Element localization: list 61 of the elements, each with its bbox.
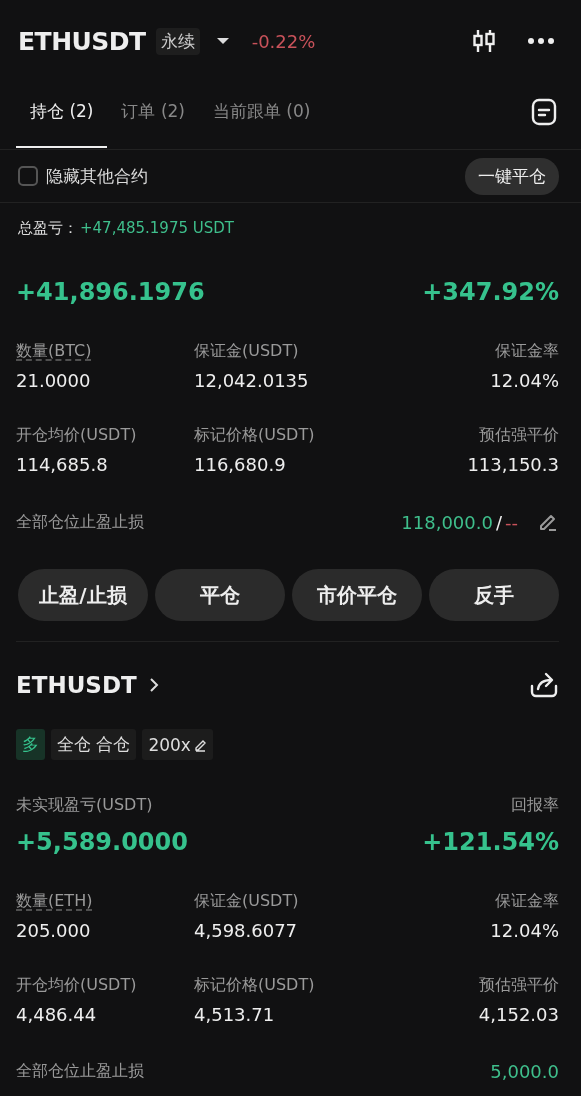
action-button[interactable]: 止盈/止损 [18,569,148,621]
action-button[interactable]: 平仓 [155,569,285,621]
symbol-title: ETHUSDT [18,26,146,56]
field-value: 4,513.71 [194,1004,275,1025]
field-value: 4,152.03 [478,1004,559,1025]
checkbox[interactable] [18,166,38,186]
roe-label: 回报率 [511,795,559,816]
pnl-value: +5,589.0000 [16,828,188,856]
share-icon[interactable] [529,671,559,699]
stop-loss-value: -- [505,511,518,533]
separator-slash: / [495,511,502,533]
long-tag: 多 [16,729,45,760]
position-symbol[interactable]: ETHUSDT [16,672,137,698]
action-button[interactable]: 市价平仓 [292,569,422,621]
field-label: 标记价格(USDT) [194,425,315,446]
tpsl-label: 全部仓位止盈止损 [16,1061,144,1082]
field-label: 开仓均价(USDT) [16,975,137,996]
contract-type-tag: 永续 [155,27,200,55]
close-all-button[interactable]: 一键平仓 [465,157,559,195]
field-value: 4,486.44 [16,1004,97,1025]
roe-value: +121.54% [422,828,559,856]
candlestick-chart-icon[interactable] [471,28,497,54]
document-icon[interactable] [531,98,557,126]
field-value: 12.04% [490,370,559,391]
more-icon[interactable] [527,37,555,45]
pnl-label: 未实现盈亏(USDT) [16,795,153,816]
field-value: 113,150.3 [467,454,559,475]
price-change: -0.22% [251,30,316,52]
checkbox-label: 隐藏其他合约 [46,164,148,188]
total-pnl-value: +47,485.1975 USDT [80,219,234,238]
chevron-right-icon[interactable] [148,677,159,693]
field-value: 4,598.6077 [194,920,298,941]
field-label: 开仓均价(USDT) [16,425,137,446]
leverage-button[interactable]: 200x [142,729,213,760]
roe-value: +347.92% [422,278,559,306]
field-value: 12.04% [490,920,559,941]
field-label: 预估强平价 [479,425,559,446]
field-label: 保证金(USDT) [194,341,299,362]
field-label: 保证金率 [495,341,559,362]
margin-mode-tag: 全仓 合仓 [51,729,137,760]
field-value: 21.0000 [16,370,91,391]
take-profit-value: 118,000.0 [401,511,493,533]
dropdown-caret-icon[interactable] [215,37,230,45]
field-value: 205.000 [16,920,91,941]
field-label: 保证金(USDT) [194,891,299,912]
field-label: 数量(ETH) [16,891,93,912]
take-profit-value: 5,000.0 [490,1061,559,1082]
tpsl-label: 全部仓位止盈止损 [16,511,144,533]
field-label: 标记价格(USDT) [194,975,315,996]
field-value: 114,685.8 [16,454,108,475]
tab[interactable]: 当前跟单 (0) [198,86,325,148]
action-button[interactable]: 反手 [429,569,559,621]
tab[interactable]: 订单 (2) [107,86,199,148]
pnl-value: +41,896.1976 [16,278,205,306]
tab[interactable]: 持仓 (2) [16,86,108,148]
field-value: 116,680.9 [194,454,286,475]
total-pnl-label: 总盈亏： [18,219,78,238]
field-label: 数量(BTC) [16,341,92,362]
field-value: 12,042.0135 [194,370,309,391]
field-label: 保证金率 [495,891,559,912]
field-label: 预估强平价 [479,975,559,996]
